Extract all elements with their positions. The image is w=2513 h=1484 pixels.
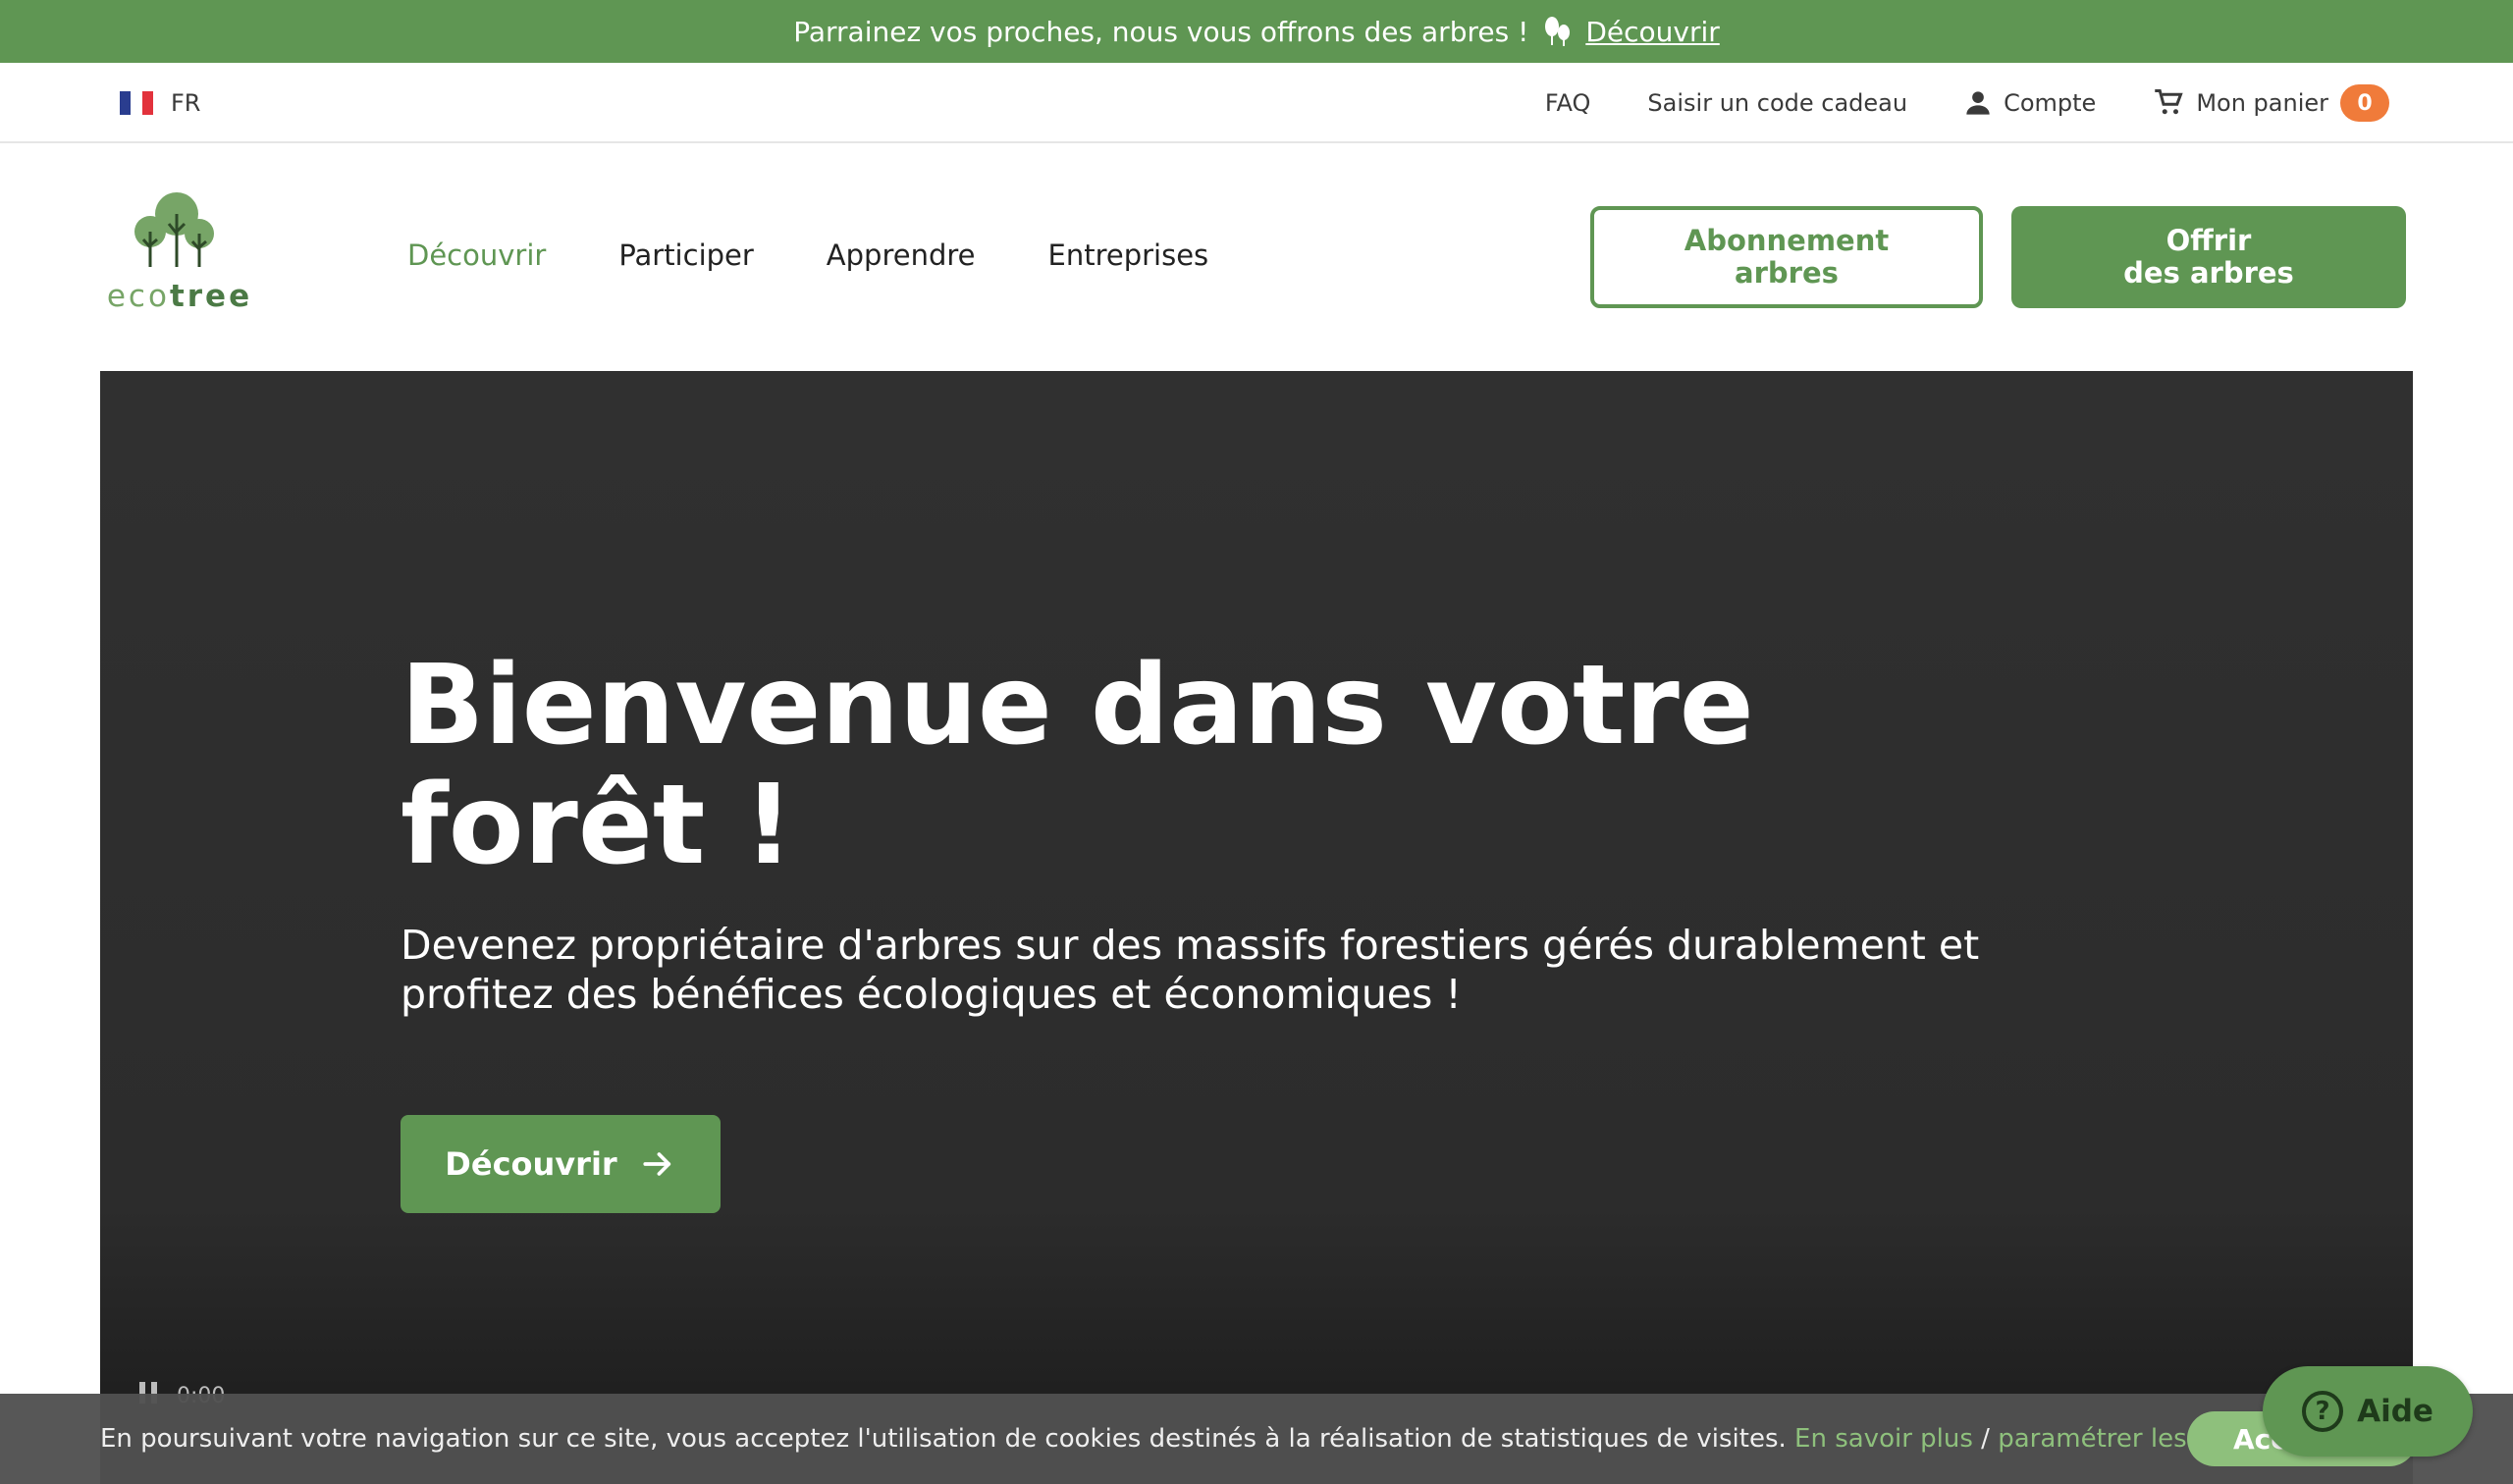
main-nav: Découvrir Participer Apprendre Entrepris… — [407, 145, 1208, 365]
nav-decouvrir[interactable]: Découvrir — [407, 238, 546, 272]
nav-participer[interactable]: Participer — [618, 238, 753, 272]
logo[interactable]: ecotree — [106, 192, 253, 314]
user-icon — [1966, 91, 1990, 115]
utility-bar: FR FAQ Saisir un code cadeau Compte Mon … — [0, 63, 2513, 143]
help-label: Aide — [2357, 1394, 2433, 1429]
hero-subtitle: Devenez propriétaire d'arbres sur des ma… — [401, 922, 1980, 1018]
cart-icon — [2155, 89, 2183, 115]
account-label: Compte — [2004, 89, 2097, 117]
nav-apprendre[interactable]: Apprendre — [827, 238, 976, 272]
cookie-separator: / — [1981, 1424, 1990, 1454]
language-label: FR — [171, 89, 201, 117]
arrow-right-icon — [643, 1152, 670, 1176]
logo-wordmark: ecotree — [106, 279, 253, 314]
language-selector[interactable]: FR — [120, 63, 200, 143]
flag-fr-icon — [120, 91, 153, 115]
cart-count-badge: 0 — [2340, 84, 2389, 122]
account-link[interactable]: Compte — [1964, 89, 2096, 117]
cart-link[interactable]: Mon panier 0 — [2153, 84, 2389, 122]
tree-icon — [1542, 16, 1572, 47]
promo-text: Parrainez vos proches, nous vous offrons… — [793, 15, 1529, 48]
subscription-button[interactable]: Abonnement arbres — [1590, 206, 1983, 308]
cookie-learn-more-link[interactable]: En savoir plus — [1794, 1424, 1973, 1454]
cart-label: Mon panier — [2196, 89, 2328, 117]
hero-discover-button[interactable]: Découvrir — [401, 1115, 721, 1213]
help-question-icon: ? — [2302, 1391, 2344, 1432]
faq-link[interactable]: FAQ — [1545, 89, 1591, 117]
promo-bar: Parrainez vos proches, nous vous offrons… — [0, 0, 2513, 63]
cookie-text: En poursuivant votre navigation sur ce s… — [100, 1424, 1787, 1454]
hero-title: Bienvenue dans votre forêt ! — [401, 642, 1754, 889]
hero-video-section: Bienvenue dans votre forêt ! Devenez pro… — [100, 371, 2413, 1484]
help-button[interactable]: ? Aide — [2263, 1366, 2473, 1457]
gift-trees-button[interactable]: Offrir des arbres — [2011, 206, 2406, 308]
promo-link[interactable]: Découvrir — [1585, 16, 1719, 48]
nav-entreprises[interactable]: Entreprises — [1048, 238, 1209, 272]
main-header: ecotree Découvrir Participer Apprendre E… — [0, 145, 2513, 369]
tree-icon — [134, 192, 214, 267]
gift-code-link[interactable]: Saisir un code cadeau — [1647, 89, 1907, 117]
cookie-banner: En poursuivant votre navigation sur ce s… — [0, 1394, 2513, 1484]
